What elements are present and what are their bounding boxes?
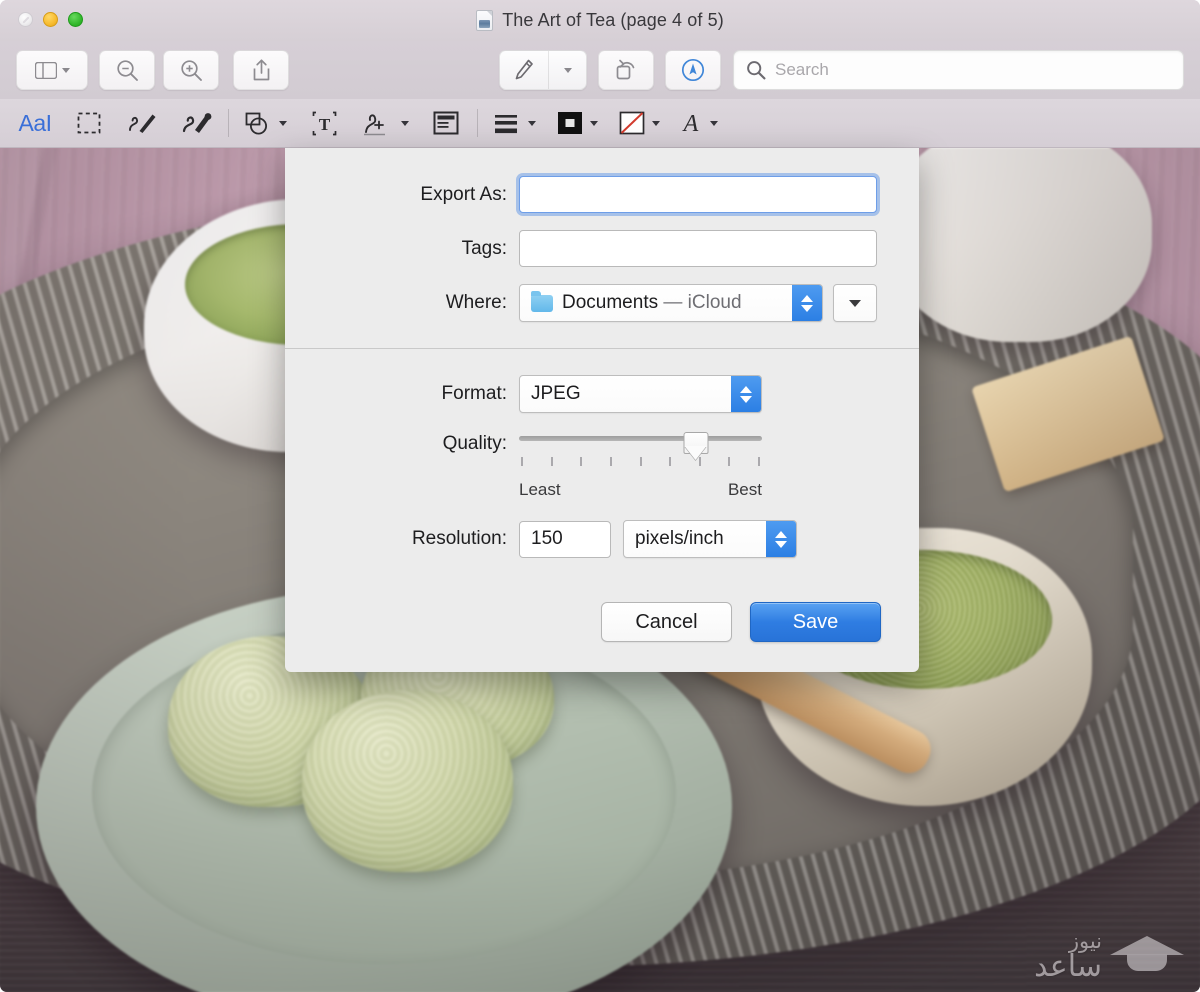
resolution-input[interactable]: 150 (519, 520, 611, 558)
quality-control-group: Least Best (519, 430, 762, 500)
format-stepper[interactable] (731, 376, 761, 412)
chevron-down-icon (279, 120, 287, 126)
export-as-row: Export As: (285, 176, 919, 213)
chevron-down-icon (528, 120, 536, 126)
shape-style-tool[interactable] (492, 106, 536, 140)
export-dialog-options-section: Format: JPEG Quality: Least Best Resolut… (285, 349, 919, 580)
where-value: Documents — iCloud (562, 292, 742, 314)
markup-toolbar-group (499, 50, 587, 90)
quality-tick (580, 457, 583, 466)
window-frame: The Art of Tea (page 4 of 5) Search AaI … (0, 0, 1200, 992)
where-row: Where: Documents — iCloud (285, 284, 919, 322)
format-popup-button[interactable]: JPEG (519, 375, 762, 413)
export-dialog-top-section: Export As: Tags: Where: Documents — iClo… (285, 148, 919, 344)
quality-tick (669, 457, 672, 466)
format-value: JPEG (531, 383, 581, 404)
rotate-left-button[interactable] (598, 50, 654, 90)
export-as-input[interactable] (519, 176, 877, 213)
quality-best-label: Best (727, 480, 762, 499)
svg-text:T: T (318, 115, 330, 134)
chevron-down-icon (652, 120, 660, 126)
search-placeholder: Search (775, 60, 829, 79)
quality-range-labels: Least Best (519, 480, 762, 500)
svg-text:A: A (682, 111, 699, 136)
quality-label: Quality: (442, 433, 507, 454)
where-label: Where: (445, 292, 507, 313)
border-color-tool[interactable] (556, 106, 598, 140)
sign-tool[interactable] (361, 106, 409, 140)
format-label: Format: (441, 383, 507, 404)
quality-tick (550, 457, 553, 466)
quality-row: Quality: Least Best (285, 430, 919, 500)
where-expand-button[interactable] (833, 284, 877, 322)
preview-app-window: The Art of Tea (page 4 of 5) Search AaI … (0, 0, 1200, 992)
fill-color-tool[interactable] (618, 106, 660, 140)
quality-slider-thumb[interactable] (683, 432, 709, 454)
folder-icon (531, 290, 553, 312)
markup-options-button[interactable] (548, 51, 586, 89)
format-row: Format: JPEG (285, 375, 919, 413)
titlebar: The Art of Tea (page 4 of 5) (0, 0, 1200, 41)
quality-slider[interactable] (519, 432, 762, 466)
window-title: The Art of Tea (page 4 of 5) (502, 10, 724, 30)
resolution-label: Resolution: (411, 528, 507, 549)
text-selection-tool-label: AaI (18, 109, 52, 136)
chevron-down-icon (710, 120, 718, 126)
zoom-in-button[interactable] (163, 50, 219, 90)
font-style-tool[interactable]: A (680, 106, 718, 140)
shapes-tool[interactable] (243, 106, 287, 140)
resolution-unit-popup[interactable]: pixels/inch (623, 520, 797, 558)
zoom-out-button[interactable] (99, 50, 155, 90)
document-icon (476, 10, 494, 31)
quality-tick (728, 457, 731, 466)
share-button[interactable] (233, 50, 289, 90)
markup-toggle-button[interactable] (500, 51, 548, 89)
where-value-main: Documents (562, 292, 659, 313)
quality-slider-ticks (519, 457, 762, 466)
main-toolbar: Search (0, 41, 1200, 99)
annotate-button[interactable] (665, 50, 721, 90)
quality-tick (609, 457, 612, 466)
markup-bar: AaI T A (0, 99, 1200, 148)
export-dialog: Export As: Tags: Where: Documents — iClo… (285, 148, 919, 672)
search-field[interactable]: Search (733, 50, 1184, 90)
search-icon (747, 61, 766, 80)
quality-tick (758, 457, 760, 466)
save-button[interactable]: Save (750, 602, 881, 642)
window-title-group: The Art of Tea (page 4 of 5) (476, 10, 724, 31)
quality-least-label: Least (519, 480, 561, 499)
quality-tick (639, 457, 642, 466)
export-dialog-actions: Cancel Save (285, 580, 919, 672)
photo-tin (888, 148, 1152, 343)
sidebar-view-button[interactable] (16, 50, 88, 90)
tags-input[interactable] (519, 230, 877, 267)
cancel-button[interactable]: Cancel (601, 602, 732, 642)
chevron-down-icon (61, 67, 70, 73)
minimize-button[interactable] (43, 12, 58, 27)
rectangular-selection-tool[interactable] (72, 106, 106, 140)
note-tool[interactable] (429, 106, 463, 140)
where-popup-button[interactable]: Documents — iCloud (519, 284, 823, 322)
chevron-down-icon (849, 299, 861, 307)
zoom-button[interactable] (68, 12, 83, 27)
text-selection-tool[interactable]: AaI (18, 106, 52, 140)
quality-tick (521, 457, 523, 466)
resolution-row: Resolution: 150 pixels/inch (285, 520, 919, 558)
where-stepper[interactable] (792, 285, 822, 321)
chevron-down-icon (563, 67, 572, 73)
window-controls (18, 12, 83, 27)
resolution-unit-stepper[interactable] (766, 521, 796, 557)
where-value-location: — iCloud (663, 292, 742, 313)
tags-row: Tags: (285, 230, 919, 267)
text-tool[interactable]: T (307, 106, 341, 140)
draw-tool[interactable] (180, 106, 214, 140)
resolution-unit-value: pixels/inch (635, 528, 724, 549)
export-as-label: Export As: (420, 183, 507, 205)
chevron-down-icon (401, 120, 409, 126)
close-button[interactable] (18, 12, 33, 27)
tags-label: Tags: (461, 237, 507, 259)
sketch-tool[interactable] (126, 106, 160, 140)
quality-slider-track (519, 436, 762, 441)
chevron-down-icon (590, 120, 598, 126)
